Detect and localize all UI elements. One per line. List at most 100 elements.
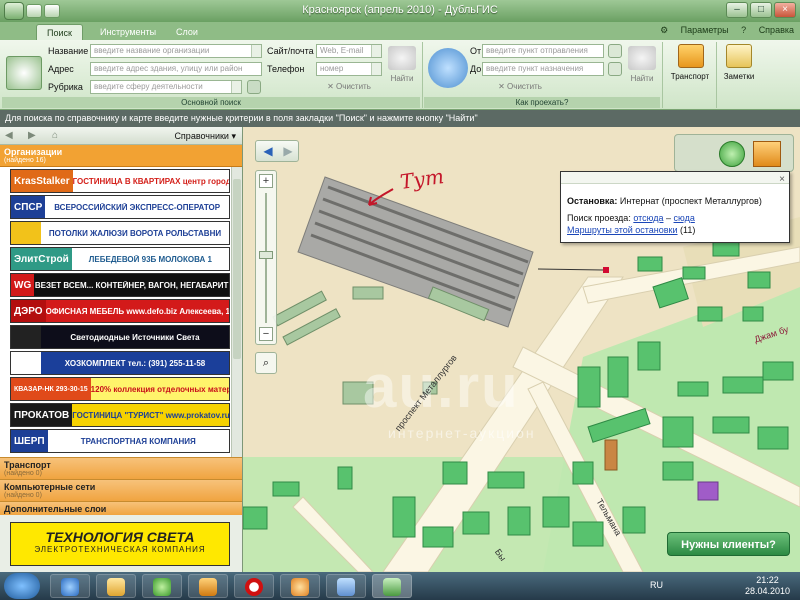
clear-route-button[interactable]: ✕ Очистить bbox=[490, 82, 550, 91]
map-forward-icon[interactable]: ▶ bbox=[280, 144, 296, 158]
popup-close-icon[interactable]: × bbox=[779, 174, 785, 185]
ad-item[interactable]: KrasStalker ГОСТИНИЦА В КВАРТИРАХ центр … bbox=[10, 169, 230, 193]
taskbar-mail[interactable] bbox=[280, 574, 320, 598]
back-icon[interactable]: ◀ bbox=[5, 130, 19, 142]
ad-item[interactable]: Светодиодные Источники Света bbox=[10, 325, 230, 349]
zoom-in-button[interactable]: + bbox=[259, 174, 273, 188]
taskbar-dublgis[interactable] bbox=[372, 574, 412, 598]
zoom-slider[interactable] bbox=[259, 251, 273, 259]
site-input[interactable]: Web, E-mail bbox=[316, 44, 382, 58]
swap-icon[interactable] bbox=[608, 44, 622, 58]
chevron-down-icon[interactable] bbox=[231, 81, 241, 93]
main-search-group-label: Основной поиск bbox=[2, 97, 420, 108]
taskbar-icq[interactable] bbox=[142, 574, 182, 598]
find-button[interactable]: Найти bbox=[386, 74, 418, 83]
pin-icon[interactable] bbox=[608, 62, 622, 76]
ad-item[interactable]: ЭлитСтрой ЛЕБЕДЕВОЙ 93Б МОЛОКОВА 1 bbox=[10, 247, 230, 271]
taskbar-ie[interactable] bbox=[50, 574, 90, 598]
address-label: Адрес bbox=[48, 64, 74, 74]
home-icon[interactable]: ⌂ bbox=[52, 130, 66, 142]
directory-toolbar: ◀ ▶ ⌂ Справочники ▾ bbox=[0, 127, 242, 145]
ad-item[interactable]: ШЕРП ТРАНСПОРТНАЯ КОМПАНИЯ bbox=[10, 429, 230, 453]
ad-logo-icon bbox=[11, 352, 41, 374]
rubric-label: Рубрика bbox=[48, 82, 83, 92]
taskbar-paint[interactable] bbox=[326, 574, 366, 598]
transport-icon bbox=[678, 44, 704, 68]
map-back-icon[interactable]: ◀ bbox=[260, 144, 276, 158]
section-computer-networks[interactable]: Компьютерные сети (найдено 0) bbox=[0, 479, 242, 501]
close-button[interactable]: × bbox=[774, 2, 796, 18]
directories-dropdown[interactable]: Справочники ▾ bbox=[174, 131, 236, 142]
language-indicator[interactable]: RU bbox=[650, 580, 663, 590]
magnifier-icon bbox=[6, 56, 42, 90]
start-button[interactable] bbox=[4, 573, 40, 599]
ad-logo-icon bbox=[11, 222, 41, 244]
chevron-down-icon[interactable] bbox=[371, 45, 381, 57]
need-clients-button[interactable]: Нужны клиенты? bbox=[667, 532, 790, 556]
zoom-select-icon[interactable]: ⌕ bbox=[255, 352, 277, 374]
phone-input[interactable]: номер bbox=[316, 62, 382, 76]
maximize-button[interactable]: □ bbox=[750, 2, 772, 18]
stop-routes-link[interactable]: Маршруты этой остановки bbox=[567, 225, 678, 235]
to-input[interactable]: введите пункт назначения bbox=[482, 62, 604, 76]
tab-search[interactable]: Поиск bbox=[36, 24, 83, 40]
notes-icon bbox=[726, 44, 752, 68]
name-input[interactable]: введите название организации bbox=[90, 44, 262, 58]
ad-item[interactable]: ПОТОЛКИ ЖАЛЮЗИ ВОРОТА РОЛЬСТАВНИ bbox=[10, 221, 230, 245]
ad-item[interactable]: ПРОКАТОВ ГОСТИНИЦА "ТУРИСТ" www.prokatov… bbox=[10, 403, 230, 427]
params-link[interactable]: ⚙ Параметры bbox=[660, 25, 729, 35]
route-find-button[interactable]: Найти bbox=[626, 74, 658, 83]
notes-button[interactable]: Заметки bbox=[716, 72, 762, 81]
chevron-down-icon[interactable] bbox=[251, 45, 261, 57]
tab-tools[interactable]: Инструменты bbox=[90, 24, 166, 40]
section-extra-layers[interactable]: Дополнительные слои bbox=[0, 501, 242, 515]
route-from-here-link[interactable]: отсюда bbox=[633, 213, 663, 223]
watermark: au.ru bbox=[363, 353, 520, 420]
clear-search-button[interactable]: ✕ Очистить bbox=[316, 82, 382, 91]
minimize-button[interactable]: – bbox=[726, 2, 748, 18]
map-history-nav: ◀ ▶ bbox=[255, 140, 299, 162]
taskbar-opera[interactable] bbox=[234, 574, 274, 598]
binoculars-icon bbox=[388, 46, 416, 70]
site-label: Сайт/почта bbox=[267, 46, 314, 56]
tab-layers[interactable]: Слои bbox=[166, 24, 208, 40]
window-title: Красноярск (апрель 2010) - ДубльГИС bbox=[302, 4, 498, 16]
section-transport[interactable]: Транспорт (найдено 0) bbox=[0, 457, 242, 479]
radar-icon[interactable] bbox=[719, 141, 745, 167]
map-view[interactable]: Тут au.ru интернет-аукцион проспект Мета… bbox=[243, 127, 800, 572]
route-icon bbox=[428, 48, 468, 88]
ad-item[interactable]: КВАЗАР-НК 293-30-15 120% коллекция отдел… bbox=[10, 377, 230, 401]
from-input[interactable]: введите пункт отправления bbox=[482, 44, 604, 58]
taskbar-explorer[interactable] bbox=[96, 574, 136, 598]
ad-item[interactable]: WG ВЕЗЕТ ВСЕМ... КОНТЕЙНЕР, ВАГОН, НЕГАБ… bbox=[10, 273, 230, 297]
zoom-out-button[interactable]: − bbox=[259, 327, 273, 341]
ad-item[interactable]: ДЭРО ОФИСНАЯ МЕБЕЛЬ www.defo.biz Алексее… bbox=[10, 299, 230, 323]
rubric-input[interactable]: введите сферу деятельности bbox=[90, 80, 242, 94]
transport-button[interactable]: Транспорт bbox=[664, 72, 716, 81]
stop-popup: × Остановка: Интернат (проспект Металлур… bbox=[560, 171, 790, 243]
route-group-label: Как проехать? bbox=[424, 97, 660, 108]
title-bar: Красноярск (апрель 2010) - ДубльГИС – □ … bbox=[0, 0, 800, 22]
ads-scrollbar[interactable] bbox=[231, 167, 242, 457]
zoom-control: + − bbox=[255, 170, 277, 345]
phone-label: Телефон bbox=[267, 64, 305, 74]
address-input[interactable]: введите адрес здания, улицу или район bbox=[90, 62, 262, 76]
org-category-header[interactable]: Организации (найдено 16) bbox=[0, 145, 242, 167]
left-panel: ◀ ▶ ⌂ Справочники ▾ Организации (найдено… bbox=[0, 127, 243, 572]
bottom-ad[interactable]: ТЕХНОЛОГИЯ СВЕТА ЭЛЕКТРОТЕХНИЧЕСКАЯ КОМП… bbox=[10, 522, 230, 566]
route-to-here-link[interactable]: сюда bbox=[674, 213, 695, 223]
rubricator-icon[interactable] bbox=[247, 80, 261, 94]
chevron-down-icon[interactable] bbox=[371, 63, 381, 75]
clock[interactable]: 21:22 28.04.2010 bbox=[745, 575, 790, 597]
binoculars-icon bbox=[628, 46, 656, 70]
ribbon-tabs: Поиск Инструменты Слои ⚙ Параметры ? Спр… bbox=[0, 22, 800, 40]
help-link[interactable]: ? Справка bbox=[741, 25, 794, 35]
ads-list: KrasStalker ГОСТИНИЦА В КВАРТИРАХ центр … bbox=[0, 167, 242, 457]
taskbar-app[interactable] bbox=[188, 574, 228, 598]
map-tools-panel bbox=[674, 134, 794, 172]
info-bar: Для поиска по справочнику и карте введит… bbox=[0, 110, 800, 127]
ad-item[interactable]: ХОЗКОМПЛЕКТ тел.: (391) 255-11-58 bbox=[10, 351, 230, 375]
measure-icon[interactable] bbox=[753, 141, 781, 167]
ad-item[interactable]: СПСР ВСЕРОССИЙСКИЙ ЭКСПРЕСС-ОПЕРАТОР bbox=[10, 195, 230, 219]
forward-icon[interactable]: ▶ bbox=[28, 130, 42, 142]
